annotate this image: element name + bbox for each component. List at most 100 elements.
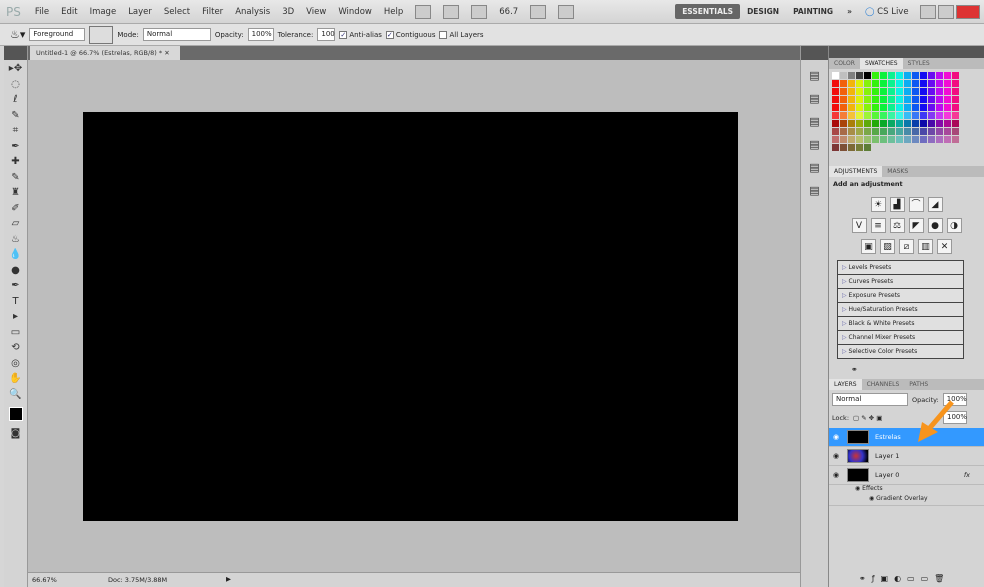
hue-saturation-icon[interactable]: ≡ [870,218,886,233]
swatch[interactable] [888,120,895,127]
screen-mode-button[interactable] [558,4,575,19]
swatch[interactable] [864,128,871,135]
mini-bridge-button[interactable] [443,4,460,19]
swatch[interactable] [864,88,871,95]
swatch[interactable] [848,80,855,87]
swatch[interactable] [928,96,935,103]
selective-color-icon[interactable]: ✕ [937,239,952,254]
swatch[interactable] [840,104,847,111]
swatch[interactable] [920,136,927,143]
swatch[interactable] [848,144,855,151]
gradient-map-icon[interactable]: ▥ [918,239,933,254]
menu-filter[interactable]: Filter [196,7,229,17]
swatch[interactable] [904,80,911,87]
swatch[interactable] [936,128,943,135]
swatch[interactable] [872,144,879,151]
mode-select[interactable]: Normal [142,28,211,41]
swatch[interactable] [904,88,911,95]
menu-view[interactable]: View [300,7,332,17]
swatch[interactable] [904,128,911,135]
swatch[interactable] [936,88,943,95]
swatch[interactable] [904,112,911,119]
swatch[interactable] [944,96,951,103]
swatch[interactable] [856,144,863,151]
swatch[interactable] [928,80,935,87]
swatch[interactable] [848,128,855,135]
swatch[interactable] [856,96,863,103]
swatch[interactable] [880,96,887,103]
close-tab-icon[interactable]: ✕ [164,49,169,57]
tab-styles[interactable]: STYLES [903,58,935,69]
swatch[interactable] [872,72,879,79]
photo-filter-icon[interactable]: ● [927,218,943,233]
swatch[interactable] [904,136,911,143]
swatch[interactable] [856,80,863,87]
vibrance-icon[interactable]: V [851,218,867,233]
brush-tool-icon[interactable]: ✎ [8,171,24,184]
swatch[interactable] [848,88,855,95]
swatch[interactable] [888,96,895,103]
tab-channels[interactable]: CHANNELS [862,379,905,390]
tab-paths[interactable]: PATHS [904,379,933,390]
swatch[interactable] [952,120,959,127]
menu-help[interactable]: Help [378,7,409,17]
swatch[interactable] [928,72,935,79]
effects-row[interactable]: ◉ Effects [829,485,984,492]
swatch[interactable] [888,128,895,135]
opacity-input[interactable]: 100% [247,28,274,41]
swatch[interactable] [944,80,951,87]
swatch[interactable] [840,72,847,79]
swatch[interactable] [920,144,927,151]
swatch[interactable] [864,96,871,103]
swatch[interactable] [880,72,887,79]
swatch[interactable] [896,144,903,151]
menu-analysis[interactable]: Analysis [229,7,276,17]
swatch[interactable] [952,88,959,95]
swatch[interactable] [944,104,951,111]
swatch[interactable] [920,88,927,95]
healing-tool-icon[interactable]: ✚ [8,155,24,168]
swatch[interactable] [912,96,919,103]
swatch[interactable] [944,120,951,127]
restore-button[interactable] [937,4,954,19]
eye-icon[interactable]: ◉ [829,452,843,460]
lasso-tool-icon[interactable]: ℓ [8,93,24,106]
swatch[interactable] [848,96,855,103]
status-zoom[interactable]: 66.67% [32,576,57,584]
lock-icons[interactable]: ▢ ✎ ✥ ▣ [853,414,882,422]
swatch[interactable] [872,120,879,127]
swatch[interactable] [912,72,919,79]
workspace-design[interactable]: DESIGN [740,4,786,19]
preset-item[interactable]: Levels Presets [837,261,964,275]
layer-name[interactable]: Layer 0 [875,471,964,479]
swatch[interactable] [936,112,943,119]
preset-item[interactable]: Channel Mixer Presets [837,331,964,345]
swatch[interactable] [832,96,839,103]
document-canvas[interactable] [83,112,738,521]
swatch[interactable] [936,72,943,79]
swatch[interactable] [952,72,959,79]
swatch[interactable] [864,112,871,119]
swatch[interactable] [920,104,927,111]
swatch[interactable] [880,136,887,143]
posterize-icon[interactable]: ▨ [880,239,895,254]
preset-item[interactable]: Exposure Presets [837,289,964,303]
swatch[interactable] [872,96,879,103]
hand-tool-icon[interactable]: ✋ [8,372,24,385]
menu-window[interactable]: Window [332,7,378,17]
swatch[interactable] [904,120,911,127]
eye-icon[interactable]: ◉ [829,471,843,479]
swatch[interactable] [896,136,903,143]
swatch[interactable] [864,72,871,79]
swatch[interactable] [896,96,903,103]
swatch[interactable] [856,88,863,95]
swatch[interactable] [936,104,943,111]
zoom-level-field[interactable]: 66.7 [493,7,524,17]
swatch[interactable] [832,112,839,119]
swatch[interactable] [864,144,871,151]
tab-adjustments[interactable]: ADJUSTMENTS [829,166,883,177]
layer-row[interactable]: ◉ Layer 0 fx [829,466,984,485]
tolerance-input[interactable]: 100 [317,28,336,41]
swatch[interactable] [848,136,855,143]
move-tool-icon[interactable]: ▸✥ [8,62,24,75]
